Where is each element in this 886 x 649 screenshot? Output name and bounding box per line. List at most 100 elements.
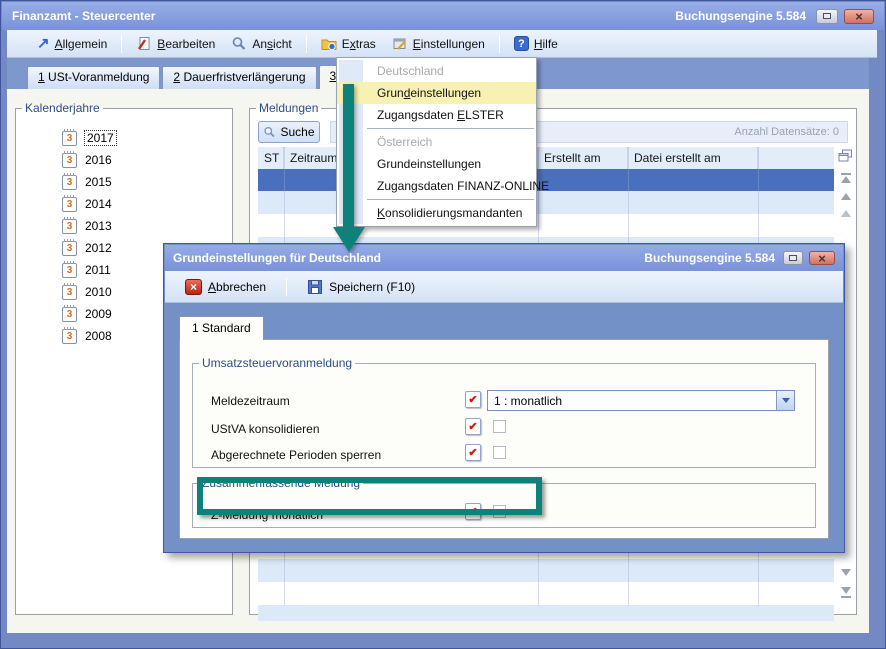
tab-dauerfristverlaengerung[interactable]: 2 Dauerfristverlängerung xyxy=(162,66,316,89)
menu-item-grundeinstellungen-at[interactable]: Grundeinstellungen xyxy=(337,153,536,175)
year-item[interactable]: 32012 xyxy=(62,239,112,257)
menu-einstellungen[interactable]: Einstellungen xyxy=(384,33,493,55)
calendar-icon: 3 xyxy=(62,175,77,190)
help-icon: ? xyxy=(514,36,529,51)
column-header-empty xyxy=(758,147,834,169)
menu-item-grundeinstellungen-de[interactable]: Grundeinstellungen xyxy=(337,82,536,104)
dialog-titlebar: Grundeinstellungen für Deutschland Buchu… xyxy=(165,245,843,271)
menu-allgemein-label: Allgemein xyxy=(55,37,108,51)
dialog-restore-button[interactable] xyxy=(783,251,803,265)
annotation-arrow-shaft xyxy=(343,84,354,228)
umsatzsteuervoranmeldung-label: Umsatzsteuervoranmeldung xyxy=(199,356,355,370)
dialog-engine-label: Buchungsengine 5.584 xyxy=(644,251,775,265)
menu-item-deutschland-header: Deutschland xyxy=(337,60,536,82)
calendar-icon: 3 xyxy=(62,153,77,168)
mandatory-check-icon: ✔ xyxy=(465,418,481,435)
year-item[interactable]: 32015 xyxy=(62,173,112,191)
umsatzsteuervoranmeldung-groupbox: Umsatzsteuervoranmeldung Meldezeitraum ✔… xyxy=(192,356,816,468)
scroll-top-bar xyxy=(841,173,851,175)
menu-item-konsolidierungsmandanten[interactable]: Konsolidierungsmandanten xyxy=(337,202,536,224)
search-button[interactable]: Suche xyxy=(258,121,320,143)
year-label: 2013 xyxy=(85,219,112,233)
annotation-arrow-head xyxy=(333,227,365,252)
menu-bearbeiten[interactable]: Bearbeiten xyxy=(128,33,223,55)
year-item[interactable]: 32014 xyxy=(62,195,112,213)
restore-icon xyxy=(823,13,831,19)
dialog-toolbar: × Abbrechen Speichern (F10) xyxy=(165,271,843,303)
folder-icon xyxy=(321,36,337,52)
settings-icon xyxy=(392,36,408,52)
year-label: 2009 xyxy=(85,307,112,321)
edit-document-icon xyxy=(136,36,152,52)
scroll-to-end-icon[interactable] xyxy=(841,587,851,594)
calendar-icon: 3 xyxy=(62,131,77,146)
chevron-down-icon xyxy=(782,398,790,403)
dropdown-button[interactable] xyxy=(776,391,794,410)
perioden-sperren-checkbox[interactable] xyxy=(493,446,506,459)
calendar-icon: 3 xyxy=(62,219,77,234)
save-button[interactable]: Speichern (F10) xyxy=(301,275,421,299)
window-title: Finanzamt - Steuercenter xyxy=(12,9,675,23)
cancel-button[interactable]: × Abbrechen xyxy=(179,275,272,299)
scroll-down-icon[interactable] xyxy=(841,569,851,576)
close-icon: × xyxy=(818,252,826,265)
menu-hilfe[interactable]: ? Hilfe xyxy=(506,33,566,55)
column-header-datei-erstellt-am[interactable]: Datei erstellt am xyxy=(628,147,758,169)
annotation-highlight-box xyxy=(197,477,542,515)
scroll-to-top-icon[interactable] xyxy=(841,176,851,183)
arrow-ne-icon: ↗ xyxy=(37,36,50,51)
column-chooser-icon[interactable] xyxy=(838,149,853,163)
column-header-st[interactable]: ST xyxy=(258,147,284,169)
column-header-erstellt-am[interactable]: Erstellt am xyxy=(538,147,628,169)
year-item[interactable]: 32017 xyxy=(62,129,116,147)
year-label: 2014 xyxy=(85,197,112,211)
year-label: 2010 xyxy=(85,285,112,299)
year-item[interactable]: 32008 xyxy=(62,327,112,345)
tab-standard[interactable]: 1 Standard xyxy=(179,316,264,340)
cancel-button-label: Abbrechen xyxy=(208,280,266,294)
engine-version-label: Buchungsengine 5.584 xyxy=(675,9,806,23)
menubar-separator xyxy=(499,35,500,53)
menu-ansicht[interactable]: Ansicht xyxy=(223,33,299,55)
save-button-label: Speichern (F10) xyxy=(329,280,415,294)
toolbar-separator xyxy=(286,278,287,296)
close-button[interactable]: × xyxy=(844,9,874,24)
dialog-close-button[interactable]: × xyxy=(809,251,835,265)
year-item[interactable]: 3 2016 xyxy=(62,151,112,169)
calendar-icon: 3 xyxy=(62,307,77,322)
menubar-separator xyxy=(121,35,122,53)
scroll-up-page-icon[interactable] xyxy=(841,210,851,217)
meldezeitraum-select[interactable]: 1 : monatlich xyxy=(487,390,795,411)
menu-bearbeiten-label: Bearbeiten xyxy=(157,37,215,51)
menu-extras-label: Extras xyxy=(342,37,376,51)
ustva-konsolidieren-checkbox[interactable] xyxy=(493,420,506,433)
year-item[interactable]: 3 2009 xyxy=(62,305,112,323)
meldezeitraum-label: Meldezeitraum xyxy=(211,394,290,408)
calendar-icon: 3 xyxy=(62,285,77,300)
year-label: 2012 xyxy=(85,241,112,255)
restore-button[interactable] xyxy=(816,9,838,24)
menu-item-zugangsdaten-elster[interactable]: Zugangsdaten ELSTER xyxy=(337,104,536,126)
ustva-konsolidieren-label: UStVA konsolidieren xyxy=(211,422,320,436)
scroll-end-bar xyxy=(841,596,851,598)
calendar-icon: 3 xyxy=(62,329,77,344)
perioden-sperren-label: Abgerechnete Perioden sperren xyxy=(211,448,381,462)
year-item[interactable]: 3 2013 xyxy=(62,217,112,235)
scroll-up-icon[interactable] xyxy=(841,193,851,200)
mandatory-check-icon: ✔ xyxy=(465,444,481,461)
einstellungen-dropdown-menu: Deutschland Grundeinstellungen Zugangsda… xyxy=(336,57,537,227)
meldungen-label: Meldungen xyxy=(256,101,321,115)
kalenderjahre-label: Kalenderjahre xyxy=(22,101,103,115)
magnifier-icon xyxy=(231,36,247,52)
menu-item-zugangsdaten-finanz-online[interactable]: Zugangsdaten FINANZ-ONLINE xyxy=(337,175,536,197)
year-item[interactable]: 32011 xyxy=(62,261,111,279)
year-item[interactable]: 3 2010 xyxy=(62,283,112,301)
calendar-icon: 3 xyxy=(62,263,77,278)
tab-ust-voranmeldung[interactable]: 1 USt-Voranmeldung xyxy=(27,66,160,89)
year-label: 2016 xyxy=(85,153,112,167)
menu-allgemein[interactable]: ↗ Allgemein xyxy=(29,33,115,55)
close-icon: × xyxy=(855,10,863,23)
menubar-separator xyxy=(306,35,307,53)
dialog-title: Grundeinstellungen für Deutschland xyxy=(173,251,644,265)
menu-extras[interactable]: Extras xyxy=(313,33,384,55)
